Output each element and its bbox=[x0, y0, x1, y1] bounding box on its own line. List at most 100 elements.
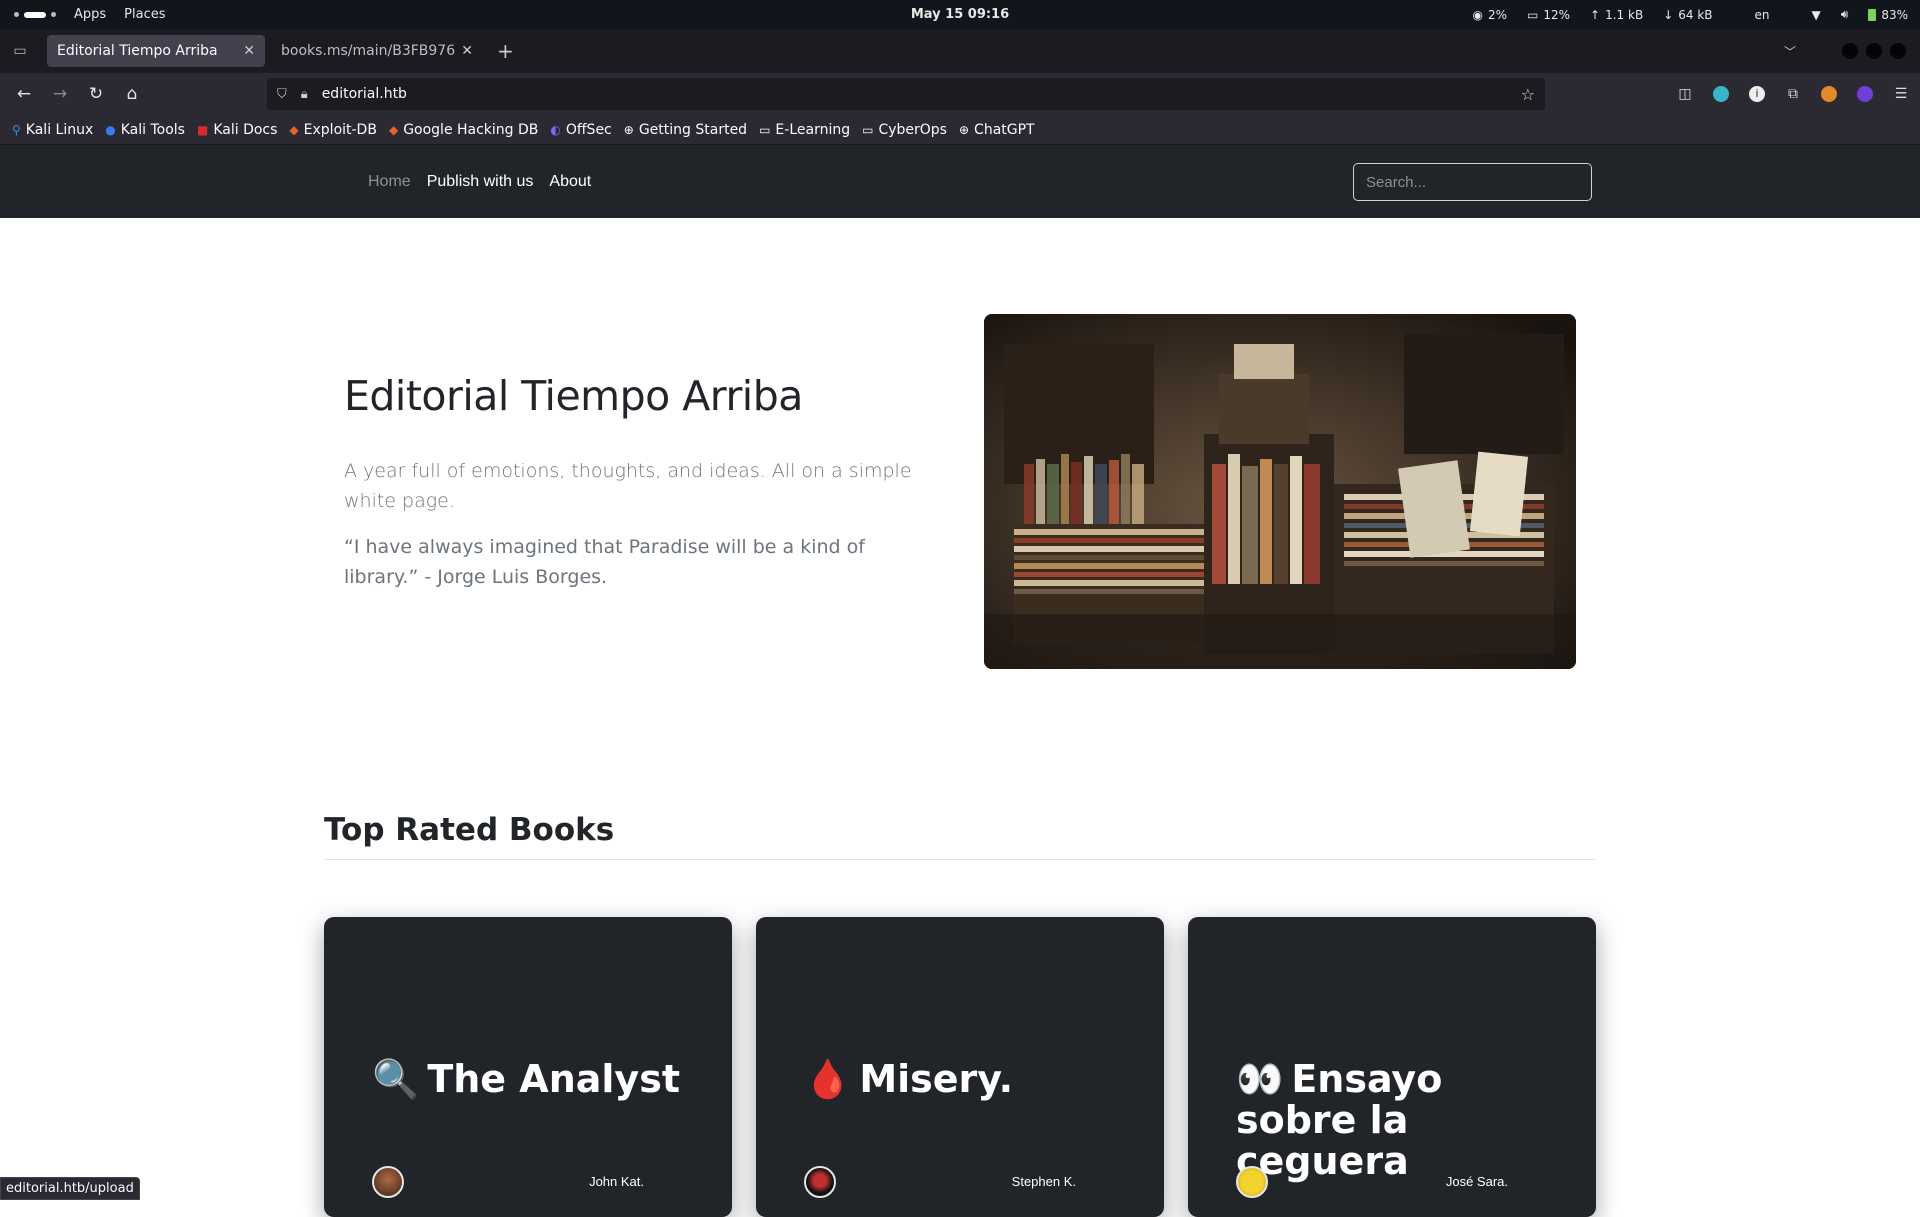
workspace-dot bbox=[51, 12, 56, 17]
browser-tab-strip: ▭ Editorial Tiempo Arriba ✕ books.ms/mai… bbox=[0, 29, 1920, 73]
book-card[interactable]: 🔍 The Analyst John Kat. bbox=[324, 917, 732, 1217]
extension-foxy-icon[interactable] bbox=[1818, 83, 1840, 105]
extensions-icon[interactable]: ⧉ bbox=[1782, 83, 1804, 105]
book-author: José Sara. bbox=[1445, 1174, 1508, 1189]
bookmark-label: Kali Linux bbox=[25, 121, 94, 138]
workspace-switcher[interactable] bbox=[14, 11, 56, 18]
battery-value: 83% bbox=[1881, 7, 1908, 22]
bookmark-kali-linux[interactable]: ⚲ Kali Linux bbox=[12, 122, 93, 138]
cpu-icon: ◉ bbox=[1472, 7, 1483, 22]
net-down-value: 64 kB bbox=[1678, 7, 1713, 22]
bookmark-offsec[interactable]: ◐ OffSec bbox=[550, 122, 611, 138]
bookmark-label: CyberOps bbox=[878, 121, 947, 138]
forward-icon[interactable]: → bbox=[42, 84, 78, 104]
bookmark-label: ChatGPT bbox=[974, 121, 1035, 138]
battery-indicator[interactable]: 83% bbox=[1868, 8, 1908, 22]
book-title: 🩸 Misery. bbox=[804, 1059, 1134, 1100]
author-avatar bbox=[372, 1166, 404, 1198]
reload-icon[interactable]: ↻ bbox=[78, 84, 114, 104]
book-title-text: Misery. bbox=[859, 1057, 1014, 1101]
globe-icon: ⊕ bbox=[623, 122, 634, 137]
kali-tools-icon: ● bbox=[105, 122, 116, 137]
places-menu[interactable]: Places bbox=[124, 7, 165, 22]
book-title: 👀 Ensayo sobre la ceguera bbox=[1236, 1059, 1566, 1182]
book-title-text: The Analyst bbox=[427, 1057, 680, 1101]
bookmark-label: E-Learning bbox=[775, 121, 851, 138]
bookmark-kali-docs[interactable]: ■ Kali Docs bbox=[197, 122, 277, 138]
firefox-view-icon[interactable]: ▭ bbox=[0, 43, 40, 59]
url-text[interactable]: editorial.htb bbox=[322, 86, 407, 102]
memory-icon: ▭ bbox=[1527, 7, 1539, 22]
new-tab-icon[interactable]: + bbox=[497, 39, 514, 63]
volume-icon[interactable]: 🔊︎ bbox=[1841, 7, 1849, 22]
search-placeholder: Search... bbox=[1366, 173, 1427, 191]
ghdb-icon: ◆ bbox=[388, 122, 399, 137]
bookstore-image bbox=[984, 314, 1576, 669]
section-divider bbox=[324, 859, 1596, 860]
lock-icon[interactable]: 🔒︎ bbox=[301, 87, 308, 102]
eyes-icon: 👀 bbox=[1236, 1057, 1284, 1101]
chevron-down-icon[interactable]: ﹀ bbox=[1784, 43, 1796, 60]
nav-about-link[interactable]: About bbox=[549, 173, 591, 191]
nav-publish-link[interactable]: Publish with us bbox=[427, 173, 534, 191]
battery-icon bbox=[1868, 8, 1877, 21]
nav-home-link[interactable]: Home bbox=[368, 173, 411, 191]
arrow-down-icon: ↓ bbox=[1663, 7, 1674, 22]
keyboard-layout[interactable]: en bbox=[1755, 8, 1770, 22]
bookmark-label: Google Hacking DB bbox=[403, 121, 539, 138]
home-icon[interactable]: ⌂ bbox=[114, 84, 150, 104]
memory-value: 12% bbox=[1543, 7, 1571, 22]
bookmark-kali-tools[interactable]: ● Kali Tools bbox=[105, 122, 185, 138]
author-avatar bbox=[1236, 1166, 1268, 1198]
bookmark-label: Kali Docs bbox=[213, 121, 278, 138]
window-controls bbox=[1842, 43, 1906, 59]
extension-wappalyzer-icon[interactable] bbox=[1710, 83, 1732, 105]
offsec-icon: ◐ bbox=[550, 122, 561, 137]
book-card[interactable]: 🩸 Misery. Stephen K. bbox=[756, 917, 1164, 1217]
tab-books[interactable]: books.ms/main/B3FB9760EE ✕ bbox=[271, 35, 483, 67]
author-avatar bbox=[804, 1166, 836, 1198]
back-icon[interactable]: ← bbox=[6, 84, 42, 104]
link-status-overlay: editorial.htb/upload bbox=[0, 1177, 140, 1200]
info-icon[interactable]: i bbox=[1746, 83, 1768, 105]
book-card[interactable]: 👀 Ensayo sobre la ceguera José Sara. bbox=[1188, 917, 1596, 1217]
close-icon[interactable]: ✕ bbox=[461, 43, 473, 59]
apps-menu[interactable]: Apps bbox=[74, 7, 106, 22]
close-window-button[interactable] bbox=[1890, 43, 1906, 59]
bookmark-chatgpt[interactable]: ⊕ ChatGPT bbox=[959, 122, 1035, 138]
kali-docs-icon: ■ bbox=[196, 122, 209, 137]
pocket-icon[interactable]: ◫ bbox=[1674, 83, 1696, 105]
bookmark-e-learning[interactable]: ▭ E-Learning bbox=[759, 122, 850, 138]
bookmark-cyberops[interactable]: ▭ CyberOps bbox=[862, 122, 947, 138]
workspace-active bbox=[24, 11, 46, 18]
book-author: John Kat. bbox=[589, 1174, 644, 1189]
workspace-dot bbox=[14, 12, 19, 17]
kali-dragon-icon: ⚲ bbox=[12, 122, 21, 137]
folder-icon: ▭ bbox=[862, 122, 874, 137]
shield-icon[interactable]: ⛉ bbox=[277, 87, 287, 102]
extension-badge-icon[interactable] bbox=[1854, 83, 1876, 105]
bookmark-exploit-db[interactable]: ◆ Exploit-DB bbox=[289, 122, 377, 138]
net-down-indicator[interactable]: ↓ 64 kB bbox=[1663, 8, 1712, 22]
memory-indicator[interactable]: ▭ 12% bbox=[1527, 8, 1570, 22]
menu-icon[interactable]: ☰ bbox=[1890, 83, 1912, 105]
search-input[interactable]: Search... bbox=[1353, 163, 1592, 201]
url-bar[interactable]: ⛉ 🔒︎ editorial.htb ☆ bbox=[267, 78, 1545, 110]
net-up-indicator[interactable]: ↑ 1.1 kB bbox=[1590, 8, 1643, 22]
bookmark-ghdb[interactable]: ◆ Google Hacking DB bbox=[389, 122, 538, 138]
close-icon[interactable]: ✕ bbox=[243, 43, 255, 59]
tab-editorial[interactable]: Editorial Tiempo Arriba ✕ bbox=[47, 35, 265, 67]
bookmark-label: Exploit-DB bbox=[303, 121, 377, 138]
cpu-value: 2% bbox=[1487, 7, 1508, 22]
folder-icon: ▭ bbox=[759, 122, 771, 137]
browser-nav-bar: ← → ↻ ⌂ ⛉ 🔒︎ editorial.htb ☆ ◫ i ⧉ ☰ bbox=[0, 73, 1920, 115]
wifi-icon[interactable]: ▼ bbox=[1812, 8, 1821, 22]
bookmark-getting-started[interactable]: ⊕ Getting Started bbox=[624, 122, 747, 138]
hero-quote: “I have always imagined that Paradise wi… bbox=[344, 536, 865, 588]
minimize-button[interactable] bbox=[1842, 43, 1858, 59]
bookmark-star-icon[interactable]: ☆ bbox=[1521, 85, 1535, 104]
net-up-value: 1.1 kB bbox=[1605, 7, 1644, 22]
maximize-button[interactable] bbox=[1866, 43, 1882, 59]
hero-lead: A year full of emotions, thoughts, and i… bbox=[344, 460, 912, 512]
cpu-indicator[interactable]: ◉ 2% bbox=[1473, 8, 1508, 22]
